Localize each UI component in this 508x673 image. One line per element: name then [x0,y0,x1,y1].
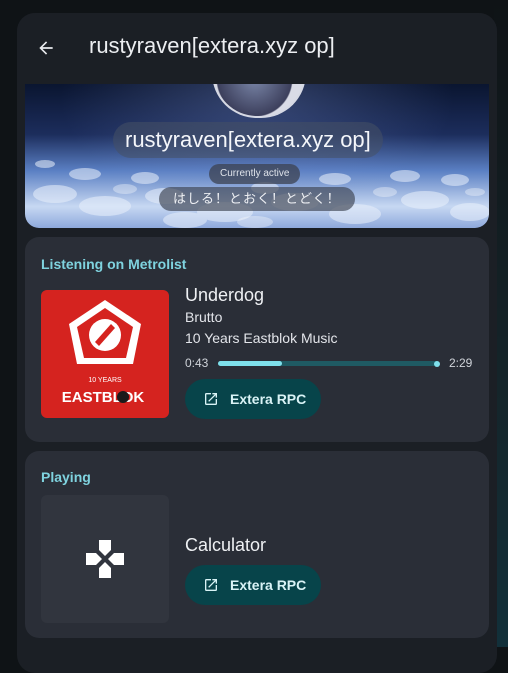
svg-text:EASTBLOK: EASTBLOK [62,389,145,406]
total-time: 2:29 [449,356,473,370]
game-title: Calculator [185,535,267,555]
gamepad-icon [86,540,124,578]
profile-banner: rustyraven[extera.xyz op] Currently acti… [25,84,489,228]
track-progress-end-dot [434,360,440,367]
svg-text:10 YEARS: 10 YEARS [88,377,122,384]
page-title: rustyraven[extera.xyz op] [89,33,335,58]
active-status-chip: Currently active [209,164,301,184]
arrow-left-icon [39,41,53,55]
playing-card: Playing Calculator Extera RPC [25,451,489,638]
extera-rpc-button[interactable]: Extera RPC [185,379,321,419]
listening-heading: Listening on Metrolist [41,256,187,272]
playing-heading: Playing [41,469,91,485]
open-in-new-icon [205,579,217,591]
extera-rpc-label: Extera RPC [230,391,307,407]
track-artist: Brutto [185,309,223,325]
open-in-new-icon [205,393,217,405]
back-button[interactable] [31,34,61,62]
display-name: rustyraven[extera.xyz op] [113,122,383,158]
album-art: 10 YEARS EASTBLOK [41,290,169,418]
elapsed-time: 0:43 [185,356,209,370]
profile-sheet: rustyraven[extera.xyz op] rustyraven[ext… [17,13,497,673]
extera-rpc-button-playing[interactable]: Extera RPC [185,565,321,605]
game-art [41,495,169,623]
track-progress-bar [218,360,440,367]
album-art-image: 10 YEARS EASTBLOK [62,300,145,406]
track-title: Underdog [185,285,265,305]
custom-status: はしる！とおく！とどく！ [159,187,355,211]
track-album: 10 Years Eastblok Music [185,330,338,346]
track-progress-fill [218,361,282,366]
top-app-bar: rustyraven[extera.xyz op] [17,13,497,83]
extera-rpc-label-playing: Extera RPC [230,577,307,593]
listening-card: Listening on Metrolist 10 YEARS EASTBLOK… [25,237,489,442]
